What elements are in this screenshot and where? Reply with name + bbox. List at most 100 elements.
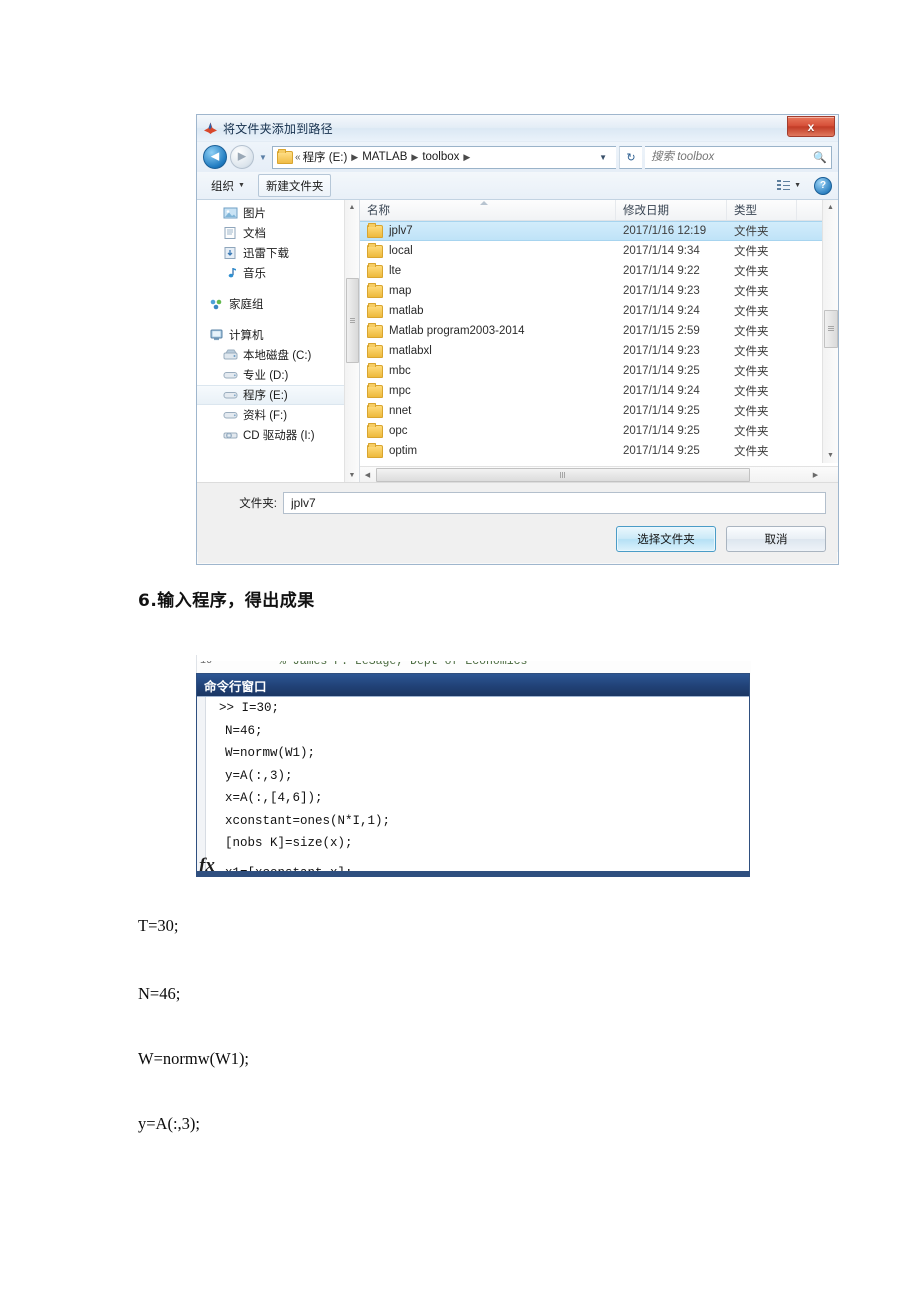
command-line: xconstant=ones(N*I,1); [225,813,391,828]
column-header-name[interactable]: 名称 [360,200,616,220]
cancel-button[interactable]: 取消 [726,526,826,552]
tree-item-homegroup[interactable]: 家庭组 [197,294,359,314]
table-row[interactable]: lte 2017/1/14 9:22 文件夹 [360,261,838,281]
tree-item-label: 迅雷下载 [243,248,289,260]
sort-ascending-icon [480,201,488,205]
new-folder-button[interactable]: 新建文件夹 [257,174,332,197]
breadcrumb-item-0[interactable]: 程序 (E:) [303,149,348,165]
file-name-cell: Matlab program2003-2014 [360,322,616,338]
command-window-body[interactable]: >> I=30; N=46; W=normw(W1); y=A(:,3); x=… [197,697,749,876]
scroll-down-icon[interactable]: ▼ [345,468,359,482]
table-row[interactable]: mpc 2017/1/14 9:24 文件夹 [360,381,838,401]
breadcrumb-item-1[interactable]: MATLAB [362,151,407,163]
tree-item-music[interactable]: 音乐 [197,263,359,283]
tree-scrollbar-thumb[interactable] [346,278,359,363]
chevron-down-icon[interactable]: ▼ [594,153,612,162]
table-row[interactable]: nnet 2017/1/14 9:25 文件夹 [360,401,838,421]
tree-item-label: 音乐 [243,268,266,280]
file-type-cell: 文件夹 [734,366,769,378]
file-date-cell: 2017/1/14 9:22 [623,265,700,277]
view-list-icon [777,180,791,191]
file-date-cell: 2017/1/14 9:24 [623,305,700,317]
tree-item-label: 本地磁盘 (C:) [243,350,312,362]
history-dropdown-button[interactable]: ▼ [257,153,269,162]
scroll-left-icon[interactable]: ◀ [360,467,375,482]
breadcrumb-separator-icon: ▶ [463,151,471,162]
table-row[interactable]: matlabxl 2017/1/14 9:23 文件夹 [360,341,838,361]
file-list-vertical-scrollbar[interactable]: ▲ ▼ [822,200,838,463]
tree-item-documents[interactable]: 文档 [197,223,359,243]
folder-name-input[interactable] [289,495,820,511]
table-row[interactable]: map 2017/1/14 9:23 文件夹 [360,281,838,301]
select-folder-button[interactable]: 选择文件夹 [616,526,716,552]
tree-item-local-disk-c[interactable]: 本地磁盘 (C:) [197,345,359,365]
folder-icon [367,262,383,278]
file-date-cell: 2017/1/14 9:34 [623,245,700,257]
file-name-label: map [389,285,412,297]
folder-icon [367,382,383,398]
table-row[interactable]: jplv7 2017/1/16 12:19 文件夹 [360,221,838,241]
tree-item-cd-drive-i[interactable]: CD 驱动器 (I:) [197,425,359,445]
close-icon: x [807,119,815,134]
tree-item-drive-e[interactable]: 程序 (E:) [197,385,359,405]
search-box[interactable]: 🔍 [645,145,832,169]
command-window-left-rail [197,697,206,876]
refresh-icon: ↻ [626,151,636,164]
file-name-label: Matlab program2003-2014 [389,325,525,337]
search-input[interactable] [649,150,814,164]
table-row[interactable]: matlab 2017/1/14 9:24 文件夹 [360,301,838,321]
breadcrumb-item-2[interactable]: toolbox [422,151,459,163]
folder-icon [367,302,383,318]
pictures-icon [223,207,238,220]
table-row[interactable]: optim 2017/1/14 9:25 文件夹 [360,441,838,461]
organize-button[interactable]: 组织 ▼ [203,174,253,197]
scroll-right-icon[interactable]: ▶ [808,467,823,482]
tree-item-drive-f[interactable]: 资料 (F:) [197,405,359,425]
table-row[interactable]: local 2017/1/14 9:34 文件夹 [360,241,838,261]
breadcrumb[interactable]: « 程序 (E:) ▶ MATLAB ▶ toolbox ▶ ▼ [272,145,616,169]
scroll-up-icon[interactable]: ▲ [823,200,838,215]
view-options-button[interactable]: ▼ [769,174,809,197]
breadcrumb-separator-icon: ▶ [411,151,419,162]
file-list-rows: jplv7 2017/1/16 12:19 文件夹 local 2017/1/1… [360,221,838,461]
breadcrumb-overflow[interactable]: « [295,152,301,163]
file-type-cell: 文件夹 [734,386,769,398]
scroll-down-icon[interactable]: ▼ [823,448,838,463]
table-row[interactable]: mbc 2017/1/14 9:25 文件夹 [360,361,838,381]
address-bar: ◀ ▶ ▼ « 程序 (E:) ▶ MATLAB ▶ toolbox ▶ ▼ ↻… [197,142,838,172]
tree-item-pictures[interactable]: 图片 [197,203,359,223]
file-date-cell: 2017/1/14 9:25 [623,425,700,437]
file-name-label: jplv7 [389,225,413,237]
tree-group-gap [197,314,359,325]
scroll-up-icon[interactable]: ▲ [345,200,359,214]
help-button[interactable]: ? [814,176,832,195]
tree-item-drive-d[interactable]: 专业 (D:) [197,365,359,385]
vertical-scrollbar-thumb[interactable] [824,310,838,348]
tree-scrollbar[interactable]: ▲ ▼ [344,200,359,482]
forward-button[interactable]: ▶ [230,145,254,169]
command-window-bottom-band [197,871,749,876]
music-icon [223,267,238,280]
tree-item-thunder-downloads[interactable]: 迅雷下载 [197,243,359,263]
back-button[interactable]: ◀ [203,145,227,169]
code-paragraph: N=46; [138,984,181,1003]
column-header-type[interactable]: 类型 [727,200,797,220]
close-button[interactable]: x [787,116,835,137]
code-paragraph: y=A(:,3); [138,1114,201,1133]
tree-item-label: 资料 (F:) [243,410,288,422]
refresh-button[interactable]: ↻ [619,145,642,169]
matlab-command-window-screenshot: 16 % James P. LeSage, Dept of Economics … [196,655,751,877]
command-prompt-line: >> I=30; [219,701,280,715]
folder-name-input-wrapper[interactable] [283,492,826,514]
horizontal-scrollbar-thumb[interactable] [376,468,750,482]
file-name-cell: matlabxl [360,342,616,358]
file-list-horizontal-scrollbar[interactable]: ◀ ▶ [360,466,838,482]
table-row[interactable]: Matlab program2003-2014 2017/1/15 2:59 文… [360,321,838,341]
editor-clipped-strip: 16 % James P. LeSage, Dept of Economics [196,655,751,675]
file-type-cell: 文件夹 [734,226,769,238]
tree-item-computer[interactable]: 计算机 [197,325,359,345]
column-header-date[interactable]: 修改日期 [616,200,727,220]
table-row[interactable]: opc 2017/1/14 9:25 文件夹 [360,421,838,441]
file-name-cell: map [360,282,616,298]
tree-item-label: 文档 [243,228,266,240]
